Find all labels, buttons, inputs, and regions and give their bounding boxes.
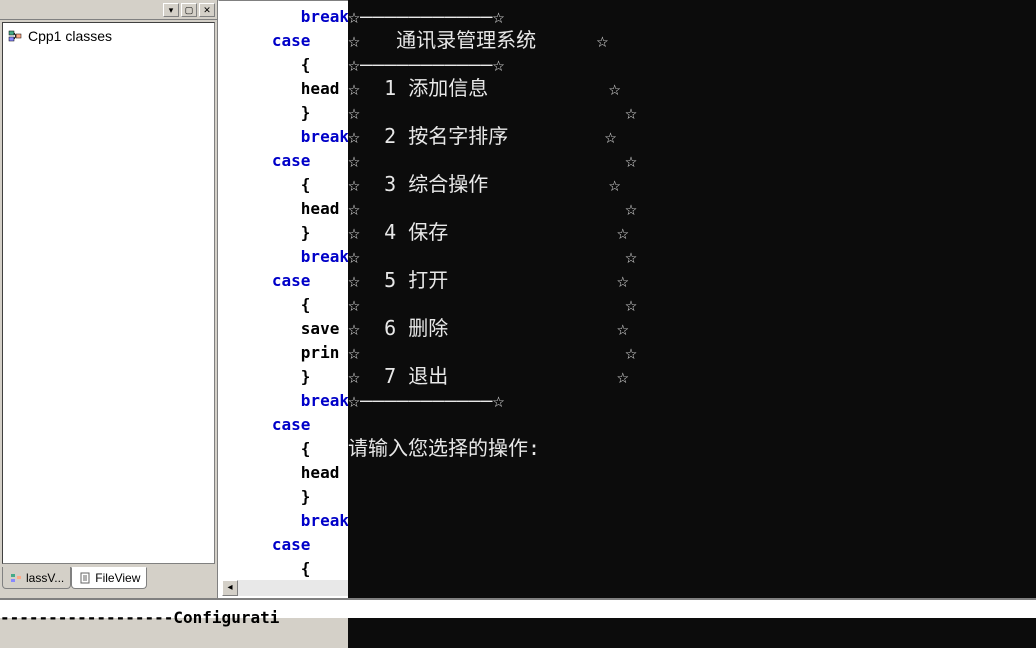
code-line: break xyxy=(219,509,348,533)
tree-root-item[interactable]: Cpp1 classes xyxy=(7,27,210,45)
class-tree[interactable]: Cpp1 classes xyxy=(2,22,215,564)
code-line: break xyxy=(219,245,348,269)
code-line: head xyxy=(219,77,348,101)
tab-classview[interactable]: lassV... xyxy=(2,567,71,589)
code-line: head xyxy=(219,461,348,485)
code-line: { xyxy=(219,437,348,461)
classview-icon xyxy=(9,571,23,585)
code-line: { xyxy=(219,173,348,197)
classes-icon xyxy=(8,28,24,44)
code-editor[interactable]: break case { head } break case { head } … xyxy=(218,0,348,598)
code-line: break xyxy=(219,5,348,29)
fileview-icon xyxy=(78,571,92,585)
scroll-left-button[interactable]: ◂ xyxy=(222,580,238,596)
panel-header: ▾ ▢ ✕ xyxy=(0,0,217,20)
horizontal-scrollbar[interactable] xyxy=(238,580,348,596)
code-line: save xyxy=(219,317,348,341)
code-line: case xyxy=(219,413,348,437)
code-line: } xyxy=(219,221,348,245)
code-line: break xyxy=(219,389,348,413)
code-line: } xyxy=(219,101,348,125)
console-output[interactable]: ☆―――――――――――☆ ☆ 通讯录管理系统 ☆ ☆―――――――――――☆ … xyxy=(348,0,1036,648)
tab-label: FileView xyxy=(95,571,140,585)
tree-item-label: Cpp1 classes xyxy=(28,28,112,44)
code-line: } xyxy=(219,485,348,509)
code-line: break xyxy=(219,125,348,149)
workspace-sidebar: ▾ ▢ ✕ Cpp1 classes lassV... xyxy=(0,0,218,598)
code-line: } xyxy=(219,365,348,389)
build-output-panel: ------------------Configurati xyxy=(0,598,1036,618)
build-config-line: ------------------Configurati xyxy=(0,600,1036,627)
tab-fileview[interactable]: FileView xyxy=(71,567,147,589)
code-line: { xyxy=(219,293,348,317)
code-line: case xyxy=(219,533,348,557)
sidebar-tabs: lassV... FileView xyxy=(0,566,217,590)
panel-close-icon[interactable]: ✕ xyxy=(199,3,215,17)
code-line: case xyxy=(219,29,348,53)
panel-maximize-icon[interactable]: ▢ xyxy=(181,3,197,17)
code-line: case xyxy=(219,269,348,293)
code-line: case xyxy=(219,149,348,173)
panel-dropdown-icon[interactable]: ▾ xyxy=(163,3,179,17)
tab-label: lassV... xyxy=(26,571,64,585)
code-line: prin xyxy=(219,341,348,365)
code-line: head xyxy=(219,197,348,221)
code-line: { xyxy=(219,557,348,581)
code-line: { xyxy=(219,53,348,77)
